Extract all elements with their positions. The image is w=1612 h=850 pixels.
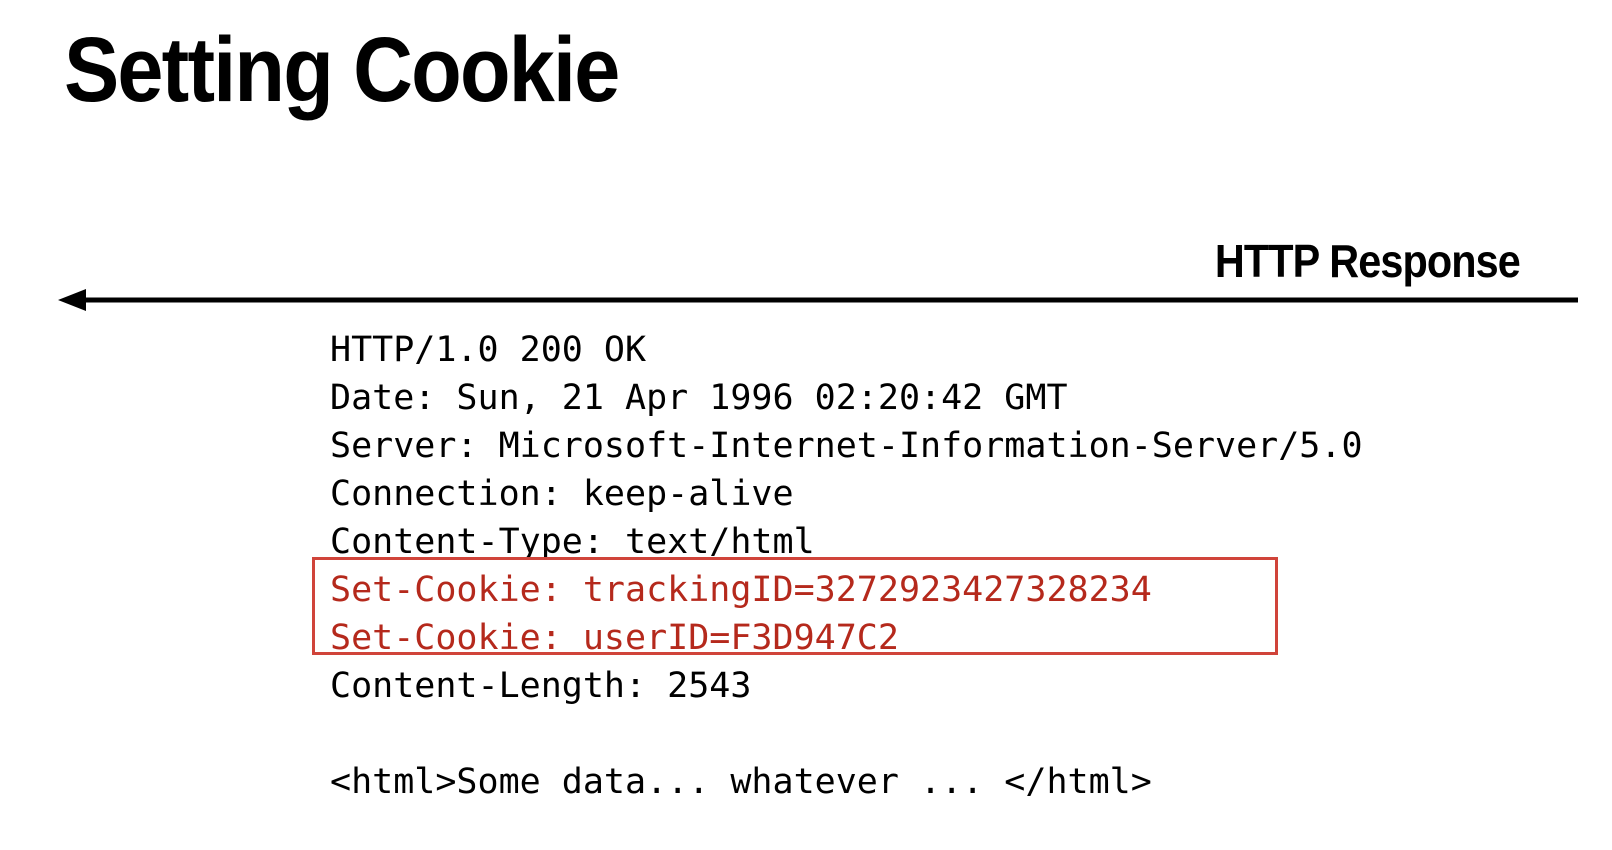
header-date: Date: Sun, 21 Apr 1996 02:20:42 GMT (330, 378, 1068, 418)
set-cookie-highlight-box (312, 557, 1278, 655)
left-arrow-icon (58, 289, 1578, 311)
response-body: <html>Some data... whatever ... </html> (330, 762, 1152, 802)
slide-title: Setting Cookie (64, 19, 620, 121)
header-content-length: Content-Length: 2543 (330, 666, 752, 706)
header-server: Server: Microsoft-Internet-Information-S… (330, 426, 1363, 466)
status-line: HTTP/1.0 200 OK (330, 330, 647, 370)
arrow-label: HTTP Response (1214, 235, 1521, 287)
arrow-head (58, 289, 86, 311)
header-connection: Connection: keep-alive (330, 474, 794, 514)
